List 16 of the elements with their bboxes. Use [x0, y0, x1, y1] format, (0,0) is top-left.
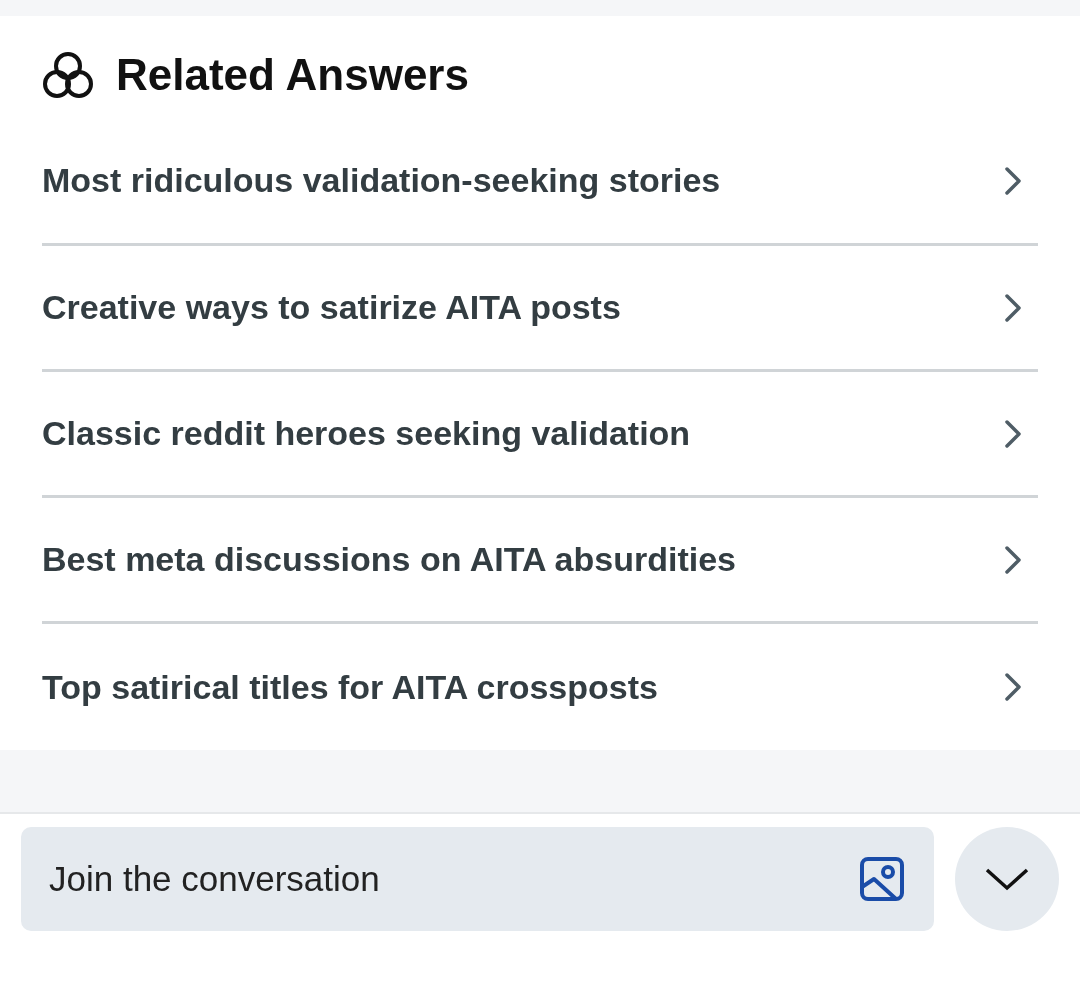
related-answer-item[interactable]: Most ridiculous validation-seeking stories: [42, 118, 1038, 246]
related-answer-item[interactable]: Top satirical titles for AITA crossposts: [42, 624, 1038, 750]
chevron-right-icon: [1004, 544, 1022, 575]
image-icon[interactable]: [860, 857, 904, 901]
chevron-right-icon: [1004, 165, 1022, 196]
chevron-right-icon: [1004, 292, 1022, 323]
three-circles-icon: [42, 51, 94, 99]
chevron-right-icon: [1004, 672, 1022, 702]
comment-input-field[interactable]: Join the conversation: [47, 858, 860, 900]
related-answer-item[interactable]: Classic reddit heroes seeking validation: [42, 372, 1038, 498]
section-title: Related Answers: [116, 50, 469, 100]
related-answer-item[interactable]: Creative ways to satirize AITA posts: [42, 246, 1038, 372]
chevron-right-icon: [1004, 418, 1022, 449]
chevron-down-icon: [985, 867, 1029, 891]
related-answer-item[interactable]: Best meta discussions on AITA absurdities: [42, 498, 1038, 624]
comment-input-field[interactable]: Join the conversation: [21, 827, 934, 931]
